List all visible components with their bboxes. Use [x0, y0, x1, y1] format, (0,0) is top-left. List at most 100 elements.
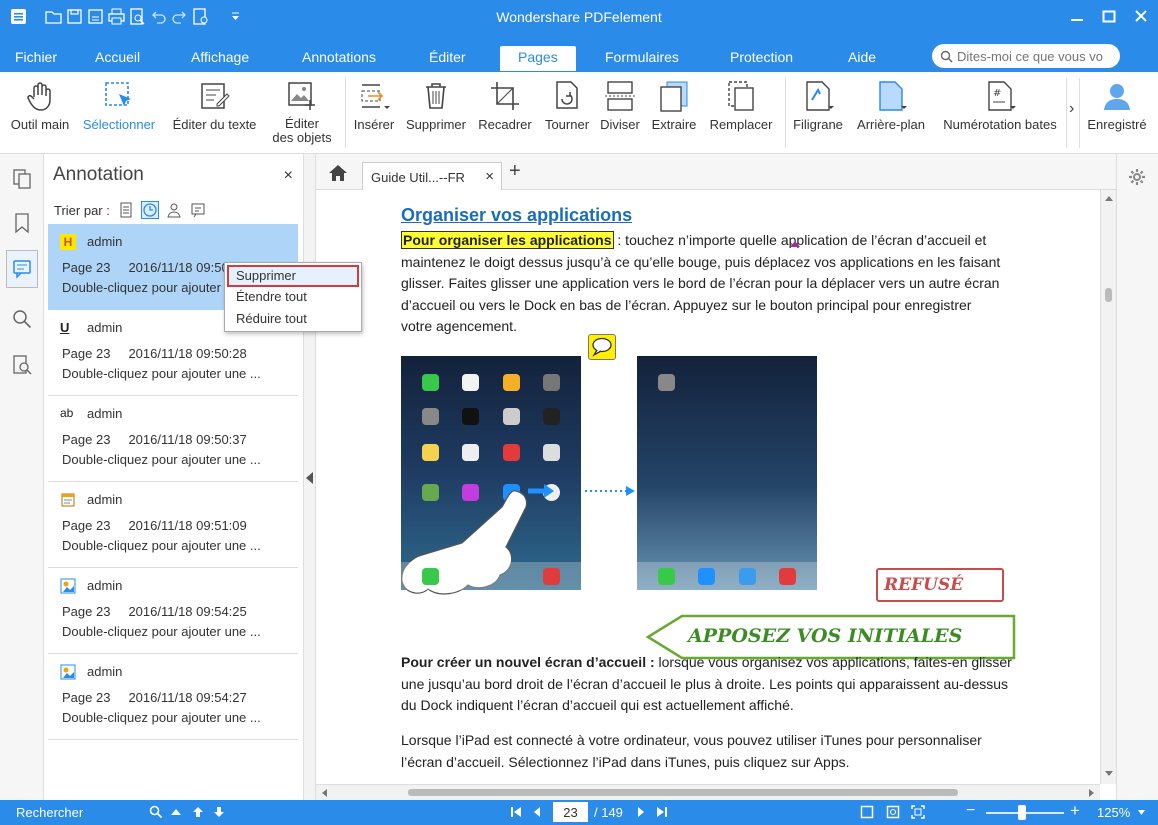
caret-insert-mark-icon[interactable] — [789, 240, 801, 248]
rotate-button[interactable]: Tourner — [541, 80, 593, 132]
tab-affichage[interactable]: Affichage — [191, 49, 249, 65]
find-icon[interactable] — [149, 805, 163, 819]
document-tab[interactable]: Guide Util...--FR × — [362, 162, 502, 190]
thumbnails-icon[interactable] — [11, 168, 33, 190]
next-page-icon[interactable] — [634, 805, 648, 819]
tab-annotations[interactable]: Annotations — [302, 49, 376, 65]
zoom-in-button[interactable]: + — [1070, 801, 1080, 821]
annotation-item[interactable]: ab admin Page 23 2016/11/18 09:50:37 Doub… — [48, 396, 298, 482]
tab-pages[interactable]: Pages — [499, 45, 577, 71]
tell-me-search[interactable] — [932, 44, 1120, 68]
split-button[interactable]: Diviser — [597, 80, 643, 132]
sort-by-time-icon[interactable] — [140, 201, 159, 219]
registered-label: Enregistré — [1087, 117, 1147, 132]
annotation-comment-hint: Double-cliquez pour ajouter une ... — [62, 538, 261, 553]
page-number-input[interactable] — [553, 802, 588, 822]
scroll-down-icon[interactable] — [1104, 770, 1114, 778]
vertical-scroll-thumb[interactable] — [1105, 288, 1112, 302]
scroll-right-icon[interactable] — [1088, 788, 1096, 798]
tab-editer[interactable]: Éditer — [429, 49, 466, 65]
annotation-item[interactable]: admin Page 23 2016/11/18 09:51:09 Double-… — [48, 482, 298, 568]
sort-by-author-icon[interactable] — [166, 202, 182, 218]
extract-label: Extraire — [651, 117, 697, 132]
delete-page-button[interactable]: Supprimer — [404, 80, 468, 132]
new-tab-button[interactable]: + — [509, 160, 521, 183]
ribbon-more-button[interactable]: › — [1069, 100, 1074, 118]
registered-account-button[interactable]: Enregistré — [1084, 80, 1150, 132]
fit-width-icon[interactable] — [886, 805, 900, 819]
close-window-icon[interactable] — [1134, 6, 1148, 26]
select-button[interactable]: Sélectionner — [79, 80, 159, 132]
annotation-item[interactable]: admin Page 23 2016/11/18 09:54:27 Double-… — [48, 654, 298, 740]
annotation-page: Page 23 — [62, 346, 111, 361]
dotted-arrow-icon — [585, 486, 635, 496]
tab-fichier[interactable]: Fichier — [15, 49, 57, 65]
tab-protection[interactable]: Protection — [730, 49, 793, 65]
watermark-button[interactable]: Filigrane — [790, 80, 846, 132]
sort-by-type-icon[interactable] — [190, 202, 206, 218]
replace-icon — [728, 81, 754, 111]
edit-objects-button[interactable]: Éditer des objets — [268, 80, 336, 145]
zoom-dropdown-icon[interactable] — [1137, 808, 1146, 817]
status-search-label[interactable]: Rechercher — [16, 805, 83, 820]
full-screen-icon[interactable] — [911, 805, 925, 819]
first-page-icon[interactable] — [509, 805, 523, 819]
highlight-annotation[interactable]: Pour organiser les applications — [401, 231, 614, 249]
context-delete-item[interactable]: Supprimer — [227, 265, 359, 287]
tell-me-input[interactable] — [957, 48, 1117, 64]
zoom-out-button[interactable]: − — [966, 802, 975, 820]
minimize-icon[interactable] — [1070, 6, 1084, 26]
fit-page-icon[interactable] — [860, 805, 874, 819]
search-document-icon[interactable] — [11, 354, 33, 376]
bookmark-icon[interactable] — [11, 212, 33, 234]
rotate-label: Tourner — [544, 117, 590, 132]
refused-stamp[interactable]: REFUSÉ — [876, 568, 1004, 602]
hand-tool-button[interactable]: Outil main — [8, 80, 72, 132]
document-view[interactable]: Organiser vos applications Pour organise… — [316, 190, 1116, 784]
doc-paragraph-3: Lorsque l’iPad est connecté à votre ordi… — [401, 730, 1066, 773]
crop-button[interactable]: Recadrer — [476, 80, 534, 132]
gear-icon[interactable] — [1128, 168, 1146, 186]
tab-aide[interactable]: Aide — [848, 49, 876, 65]
context-expand-all-item[interactable]: Étendre tout — [227, 287, 359, 309]
annotations-panel-tab[interactable] — [6, 250, 38, 288]
vertical-scrollbar[interactable] — [1100, 190, 1116, 784]
speech-bubble-icon — [592, 337, 612, 357]
hand-tool-label: Outil main — [10, 117, 70, 132]
sort-by-page-icon[interactable] — [118, 202, 134, 218]
bates-numbering-button[interactable]: # Numérotation bates — [936, 80, 1064, 132]
home-icon[interactable] — [328, 164, 348, 182]
find-previous-icon[interactable] — [169, 805, 183, 819]
panel-splitter[interactable] — [304, 154, 316, 800]
last-page-icon[interactable] — [655, 805, 669, 819]
arrow-down-icon[interactable] — [212, 805, 226, 819]
annotation-item[interactable]: admin Page 23 2016/11/18 09:54:25 Double-… — [48, 568, 298, 654]
insert-button[interactable]: Insérer — [350, 80, 398, 132]
scroll-up-icon[interactable] — [1104, 194, 1114, 202]
horizontal-scrollbar[interactable] — [316, 784, 1100, 800]
annotation-panel-title: Annotation — [53, 164, 144, 185]
arrow-up-icon[interactable] — [191, 805, 205, 819]
context-collapse-all-item[interactable]: Réduire tout — [227, 309, 359, 331]
context-menu: Supprimer Étendre tout Réduire tout — [224, 262, 362, 332]
horizontal-scroll-thumb[interactable] — [408, 789, 958, 796]
zoom-level[interactable]: 125% — [1097, 805, 1130, 820]
tab-formulaires[interactable]: Formulaires — [605, 49, 679, 65]
previous-page-icon[interactable] — [530, 805, 544, 819]
annotation-panel-close[interactable]: × — [284, 167, 293, 185]
background-button[interactable]: Arrière-plan — [852, 80, 930, 132]
replace-button[interactable]: Remplacer — [706, 80, 776, 132]
zoom-slider-thumb[interactable] — [1017, 805, 1026, 820]
scroll-left-icon[interactable] — [320, 788, 328, 798]
ribbon-separator — [1079, 78, 1080, 148]
edit-text-button[interactable]: Éditer du texte — [167, 80, 262, 132]
maximize-icon[interactable] — [1102, 6, 1116, 26]
extract-button[interactable]: Extraire — [648, 80, 700, 132]
collapse-panel-icon[interactable] — [306, 472, 313, 484]
sticky-note-icon[interactable] — [588, 334, 616, 360]
search-panel-icon[interactable] — [11, 308, 33, 330]
ipad-home-screen-image — [401, 356, 581, 595]
close-tab-icon[interactable]: × — [485, 168, 494, 185]
right-rail — [1116, 154, 1158, 800]
tab-accueil[interactable]: Accueil — [95, 49, 140, 65]
